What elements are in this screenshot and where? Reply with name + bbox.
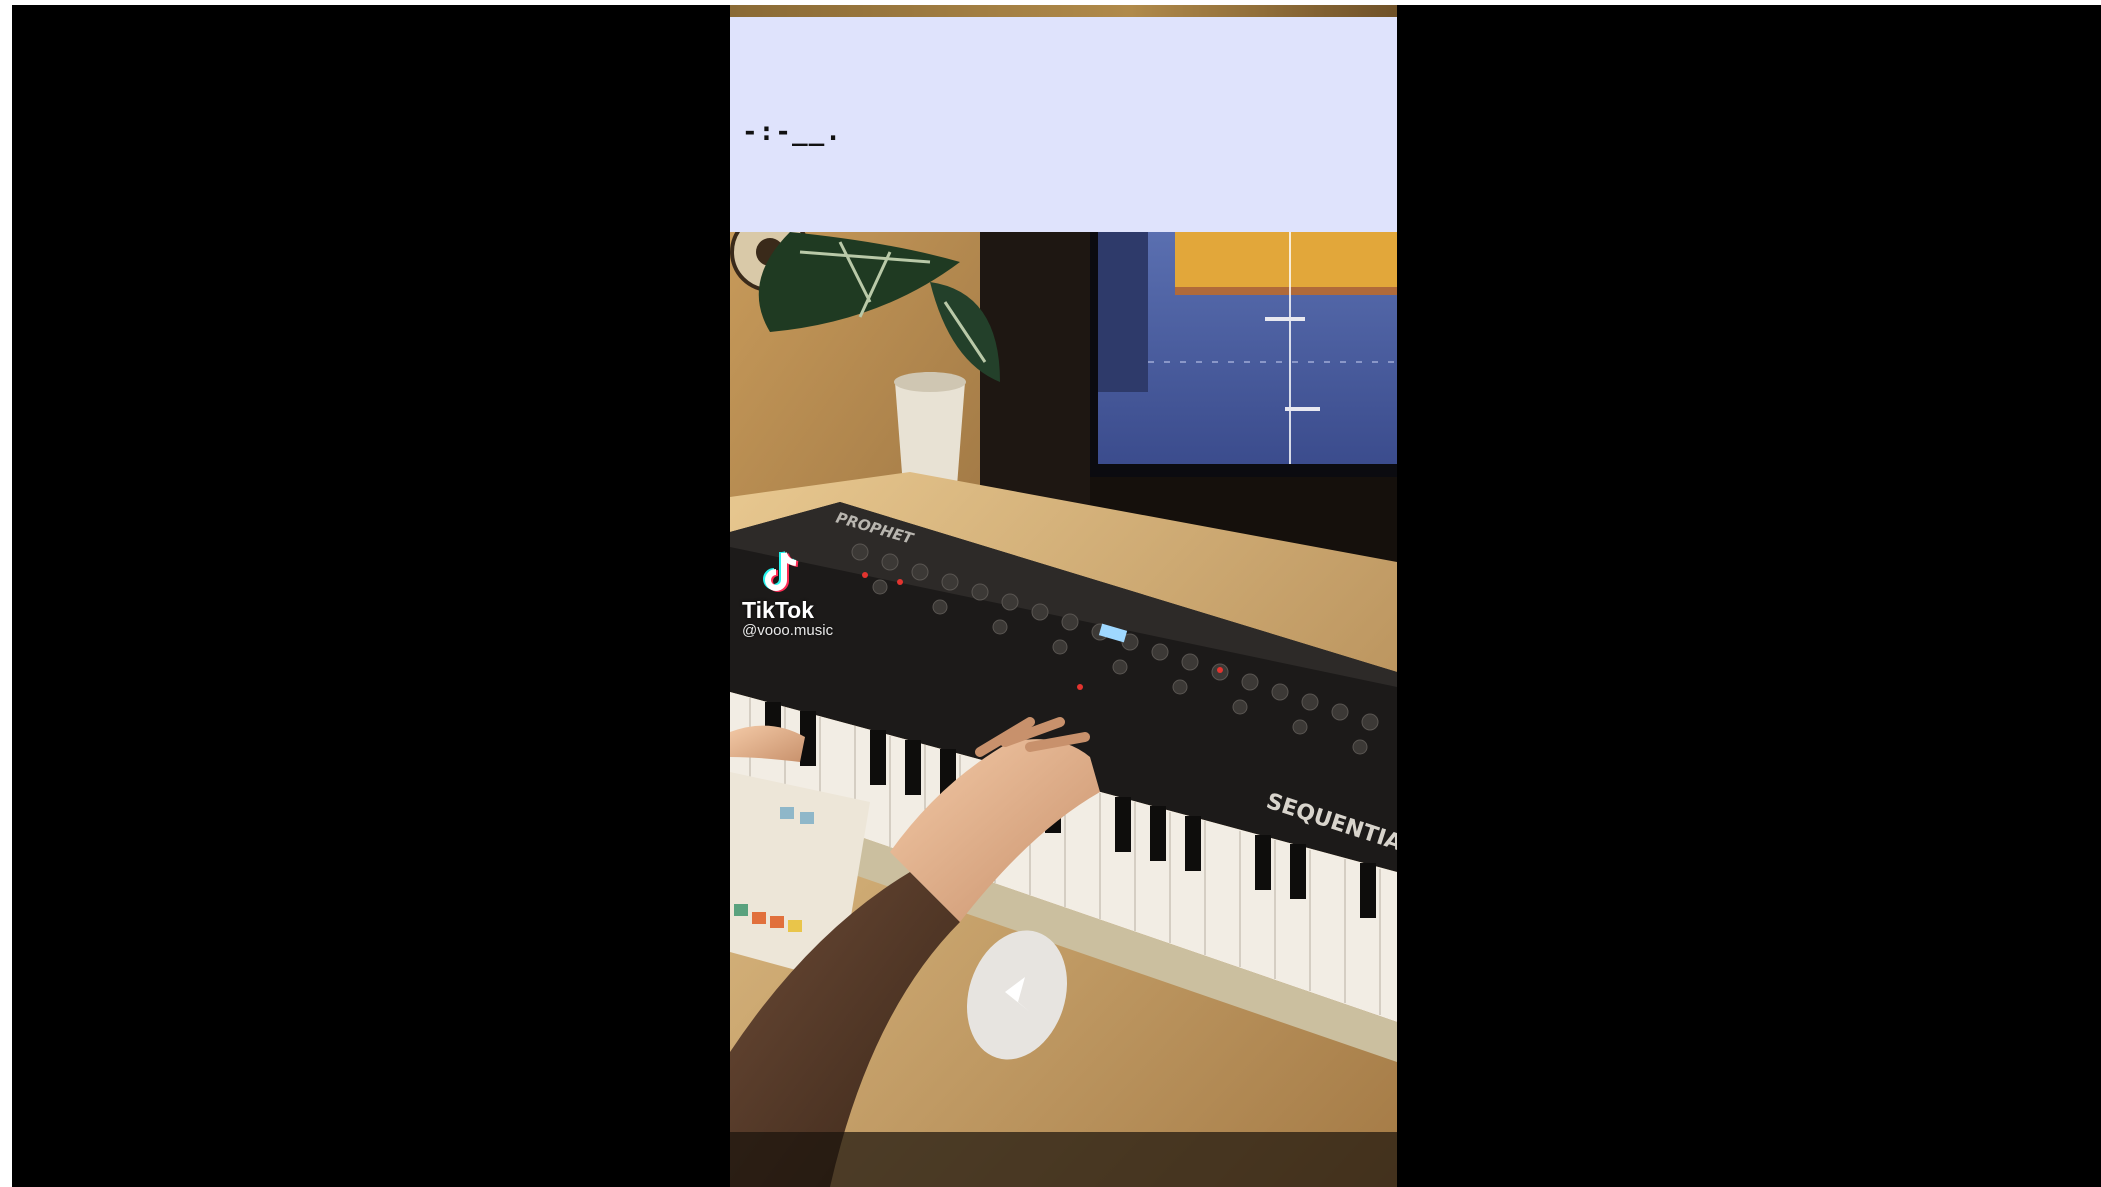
tiktok-note-icon: [760, 550, 802, 596]
video-player[interactable]: -:-__. PROPHET SEQUENTIAL TikTok @vooo.m…: [0, 0, 2101, 1187]
caption-overlay: -:-__.: [730, 17, 1397, 232]
tiktok-handle[interactable]: @vooo.music: [742, 622, 833, 640]
studio-scene: PROPHET SEQUENTIAL: [730, 232, 1397, 1187]
tiktok-watermark[interactable]: TikTok @vooo.music: [742, 550, 833, 640]
caption-text: -:-__.: [742, 117, 842, 147]
video-frame[interactable]: -:-__. PROPHET SEQUENTIAL TikTok @vooo.m…: [730, 5, 1397, 1187]
video-top-strip: [730, 5, 1397, 17]
tiktok-brand-label: TikTok: [742, 597, 814, 623]
window-edge-left: [0, 0, 12, 1187]
